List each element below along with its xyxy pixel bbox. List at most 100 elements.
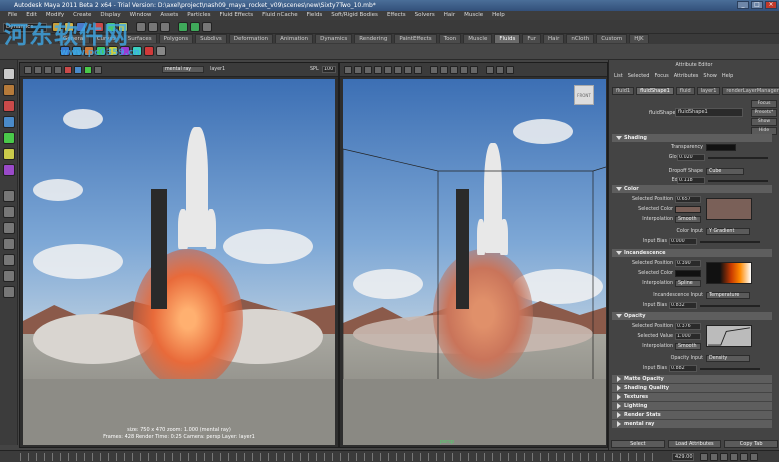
transparency-swatch[interactable] (706, 144, 736, 151)
ae-tab-layer1[interactable]: layer1 (696, 87, 721, 95)
menu-assets[interactable]: Assets (160, 11, 178, 20)
view-cube[interactable]: FRONT (574, 85, 594, 105)
presets-button[interactable]: Presets* (751, 109, 777, 117)
play-back-icon[interactable] (720, 453, 728, 461)
snapshot-icon[interactable] (64, 66, 72, 74)
glow-intensity-slider[interactable] (708, 157, 768, 159)
shelf-tab-fluids[interactable]: Fluids (494, 34, 521, 43)
menu-hair[interactable]: Hair (444, 11, 455, 20)
maximize-button[interactable]: □ (751, 1, 763, 9)
ae-menu-selected[interactable]: Selected (628, 72, 650, 81)
step-back-icon[interactable] (710, 453, 718, 461)
resolution-gate-icon[interactable] (404, 66, 412, 74)
color-input-dropdown[interactable]: Y Gradient (706, 228, 750, 235)
layout-two-icon[interactable] (3, 222, 15, 234)
ae-menu-show[interactable]: Show (703, 72, 717, 81)
show-button[interactable]: Show (751, 118, 777, 126)
paint-select-tool-icon[interactable] (3, 100, 15, 112)
ae-menu-help[interactable]: Help (722, 72, 733, 81)
opacity-interpolation-dropdown[interactable]: Smooth (675, 343, 701, 350)
load-attributes-button[interactable]: Load Attributes (667, 440, 722, 448)
minimize-button[interactable]: _ (737, 1, 749, 9)
bookmark-icon[interactable] (364, 66, 372, 74)
layout-four-icon[interactable] (3, 206, 15, 218)
rotate-tool-icon[interactable] (3, 132, 15, 144)
menu-help[interactable]: Help (492, 11, 505, 20)
move-tool-icon[interactable] (3, 116, 15, 128)
section-render-stats[interactable]: Render Stats (612, 411, 772, 419)
shelf-tab-subdivs[interactable]: Subdivs (195, 34, 227, 43)
select-camera-icon[interactable] (344, 66, 352, 74)
rgb-icon[interactable] (84, 66, 92, 74)
ae-tab-fluidshape1[interactable]: fluidShape1 (636, 87, 674, 95)
opacity-selected-position-field[interactable]: 0.376 (675, 323, 701, 330)
section-textures[interactable]: Textures (612, 393, 772, 401)
step-forward-icon[interactable] (740, 453, 748, 461)
section-color[interactable]: Color (612, 185, 772, 193)
menu-effects[interactable]: Effects (387, 11, 406, 20)
section-incandescence[interactable]: Incandescence (612, 249, 772, 257)
redo-render-icon[interactable] (34, 66, 42, 74)
go-end-icon[interactable] (750, 453, 758, 461)
shelf-tab-toon[interactable]: Toon (438, 34, 462, 43)
ae-tab-renderlayermanager[interactable]: renderLayerManager (722, 87, 779, 95)
menu-solvers[interactable]: Solvers (415, 11, 435, 20)
time-slider-ticks[interactable] (20, 453, 659, 461)
xray-icon[interactable] (496, 66, 504, 74)
color-ramp[interactable] (706, 198, 752, 220)
section-shading[interactable]: Shading (612, 134, 772, 142)
close-button[interactable]: × (765, 1, 777, 9)
layout-script-icon[interactable] (3, 286, 15, 298)
opacity-input-bias-slider[interactable] (700, 368, 760, 370)
color-selected-color-swatch[interactable] (675, 206, 701, 213)
shelf-tab-dynamics[interactable]: Dynamics (315, 34, 353, 43)
menu-particles[interactable]: Particles (187, 11, 210, 20)
alpha-icon[interactable] (94, 66, 102, 74)
shelf-tab-ncloth[interactable]: nCloth (566, 34, 595, 43)
layout-graph-icon[interactable] (3, 254, 15, 266)
menu-fluid-ncache[interactable]: Fluid nCache (262, 11, 298, 20)
keep-image-icon[interactable] (74, 66, 82, 74)
render-settings-icon[interactable] (202, 22, 212, 32)
shelf-tab-fur[interactable]: Fur (522, 34, 542, 43)
menu-muscle[interactable]: Muscle (464, 11, 483, 20)
shelf-tab-rendering[interactable]: Rendering (354, 34, 393, 43)
viewport-render[interactable]: mental ray layer1 SPL 100 size: 750 x 47… (19, 62, 339, 448)
image-plane-icon[interactable] (374, 66, 382, 74)
shelf-tab-polygons[interactable]: Polygons (158, 34, 194, 43)
section-lighting[interactable]: Lighting (612, 402, 772, 410)
node-name-field[interactable]: fluidShape1 (675, 108, 743, 117)
menu-fluid-effects[interactable]: Fluid Effects (219, 11, 253, 20)
render-icon[interactable] (178, 22, 188, 32)
incand-selected-position-field[interactable]: 0.390 (675, 260, 701, 267)
incand-input-bias-slider[interactable] (700, 305, 760, 307)
safe-action-icon[interactable] (414, 66, 422, 74)
shelf-tab-animation[interactable]: Animation (275, 34, 314, 43)
incandescence-ramp[interactable] (706, 262, 752, 284)
select-button[interactable]: Select (611, 440, 665, 448)
dropoff-shape-dropdown[interactable]: Cube (706, 168, 744, 175)
edge-dropoff-slider[interactable] (708, 180, 768, 182)
incand-interpolation-dropdown[interactable]: Spline (675, 280, 701, 287)
menu-fields[interactable]: Fields (307, 11, 323, 20)
ae-menu-list[interactable]: List (614, 72, 623, 81)
isolate-select-icon[interactable] (486, 66, 494, 74)
go-start-icon[interactable] (700, 453, 708, 461)
section-opacity[interactable]: Opacity (612, 312, 772, 320)
grid-icon[interactable] (384, 66, 392, 74)
snap-point-icon[interactable] (160, 22, 170, 32)
snap-curve-icon[interactable] (148, 22, 158, 32)
fluid-cache-icon[interactable] (156, 46, 166, 56)
lights-icon[interactable] (460, 66, 468, 74)
layout-hypershade-icon[interactable] (3, 270, 15, 282)
incand-input-bias-field[interactable]: 0.832 (669, 302, 697, 309)
glow-intensity-field[interactable]: 0.020 (677, 154, 705, 161)
section-matte-opacity[interactable]: Matte Opacity (612, 375, 772, 383)
opacity-ramp[interactable] (706, 325, 752, 347)
renderer-dropdown[interactable]: mental ray (162, 66, 204, 73)
menu-soft-rigid[interactable]: Soft/Rigid Bodies (331, 11, 378, 20)
film-gate-icon[interactable] (394, 66, 402, 74)
color-input-bias-slider[interactable] (700, 241, 760, 243)
section-shading-quality[interactable]: Shading Quality (612, 384, 772, 392)
ipr-render-icon[interactable] (190, 22, 200, 32)
